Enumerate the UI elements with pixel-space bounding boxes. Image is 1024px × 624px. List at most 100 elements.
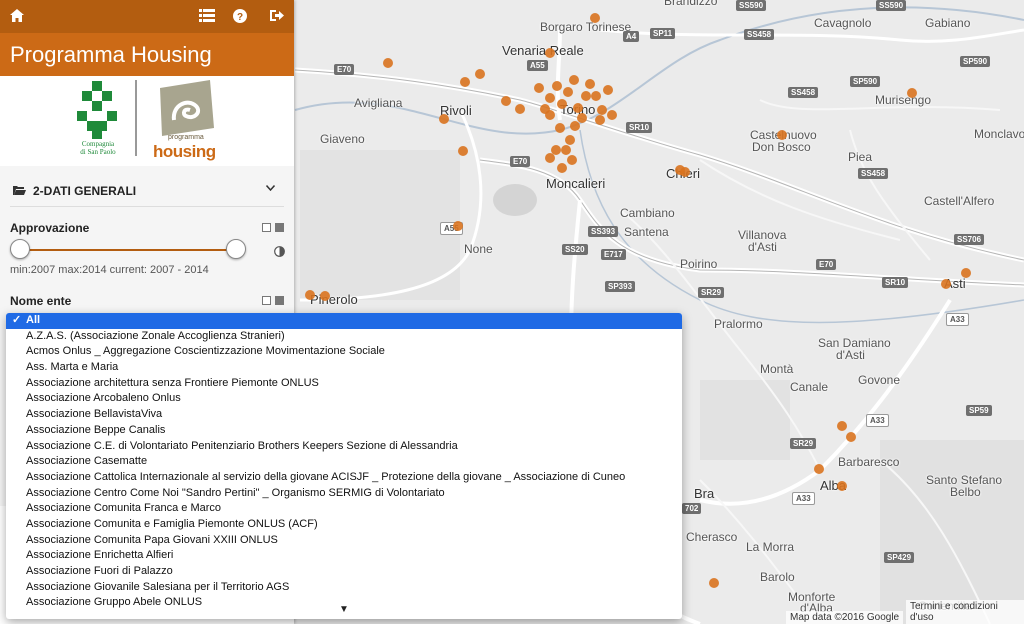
map-marker[interactable] [475,69,485,79]
dropdown-option[interactable]: ✓ All [6,313,682,329]
dropdown-option[interactable]: Associazione Cattolica Internazionale al… [6,470,682,486]
road-shield: SS458 [858,168,889,179]
map-marker[interactable] [534,83,544,93]
map-marker[interactable] [540,104,550,114]
place-label: Barbaresco [838,455,900,469]
map-marker[interactable] [907,88,917,98]
map-marker[interactable] [453,221,463,231]
map-marker[interactable] [557,163,567,173]
list-icon[interactable] [199,9,215,24]
map-marker[interactable] [561,145,571,155]
map-marker[interactable] [590,13,600,23]
map-marker[interactable] [595,115,605,125]
approvazione-checkbox-filled[interactable] [275,223,284,232]
map-marker[interactable] [563,87,573,97]
dropdown-option[interactable]: Associazione Beppe Canalis [6,423,682,439]
dropdown-option[interactable]: A.Z.A.S. (Associazione Zonale Accoglienz… [6,329,682,345]
map-marker[interactable] [597,105,607,115]
map-marker[interactable] [320,291,330,301]
map-marker[interactable] [383,58,393,68]
map-marker[interactable] [837,421,847,431]
approvazione-checkbox-empty[interactable] [262,223,271,232]
dropdown-option[interactable]: Associazione Casematte [6,454,682,470]
dropdown-option[interactable]: Associazione BellavistaViva [6,407,682,423]
dropdown-option-label: Associazione Gruppo Abele ONLUS [26,596,203,609]
place-label: Govone [858,373,901,387]
scroll-down-arrow-icon[interactable]: ▼ [339,604,349,615]
dropdown-option[interactable]: Associazione Giovanile Salesiana per il … [6,580,682,596]
dropdown-option[interactable]: Acmos Onlus _ Aggregazione Coscientizzaz… [6,344,682,360]
road-shield: SS458 [788,87,819,98]
map-marker[interactable] [565,135,575,145]
dropdown-option[interactable]: Associazione Arcobaleno Onlus [6,391,682,407]
map-marker[interactable] [591,91,601,101]
map-marker[interactable] [941,279,951,289]
map-marker[interactable] [837,481,847,491]
map-marker[interactable] [603,85,613,95]
map-marker[interactable] [777,130,787,140]
map-marker[interactable] [567,155,577,165]
dropdown-option[interactable]: Ass. Marta e Maria [6,360,682,376]
dropdown-option[interactable]: Associazione Comunita Franca e Marco [6,501,682,517]
map-marker[interactable] [680,167,690,177]
map-marker[interactable] [545,153,555,163]
contrast-toggle-icon[interactable] [274,244,285,262]
map-marker[interactable] [557,99,567,109]
nome-ente-checkbox-empty[interactable] [262,296,271,305]
map-marker[interactable] [581,91,591,101]
nome-ente-checkbox-filled[interactable] [275,296,284,305]
road-shield: SR10 [882,277,909,288]
dropdown-option[interactable]: Associazione Comunita e Famiglia Piemont… [6,517,682,533]
dropdown-option[interactable]: Associazione architettura senza Frontier… [6,376,682,392]
map-marker[interactable] [814,464,824,474]
map-marker[interactable] [607,110,617,120]
place-label: Castell'Alfero [924,194,995,208]
approvazione-label: Approvazione [10,221,90,235]
road-shield: SS393 [588,226,619,237]
place-label: Bra [694,486,715,501]
map-marker[interactable] [501,96,511,106]
map-marker[interactable] [515,104,525,114]
map-marker[interactable] [458,146,468,156]
compagnia-san-paolo-logo [77,80,137,156]
map-marker[interactable] [961,268,971,278]
dropdown-option[interactable]: Associazione Enrichetta Alfieri [6,548,682,564]
dropdown-option[interactable]: Associazione Centro Come Noi "Sandro Per… [6,486,682,502]
year-slider-min-handle[interactable] [10,239,30,259]
logout-icon[interactable] [270,9,285,24]
dropdown-option-label: Acmos Onlus _ Aggregazione Coscientizzaz… [26,345,385,358]
accordion-header[interactable]: 2-DATI GENERALI [10,176,284,207]
year-slider-max-handle[interactable] [226,239,246,259]
map-marker[interactable] [305,290,315,300]
place-label: Brandizzo [664,0,718,8]
road-shield: SR29 [790,438,817,449]
nome-ente-dropdown-list[interactable]: ✓ All A.Z.A.S. (Associazione Zonale Accogl… [6,313,682,619]
map-marker[interactable] [545,93,555,103]
map-marker[interactable] [460,77,470,87]
map-marker[interactable] [846,432,856,442]
road-shield: A33 [792,492,815,505]
terms-link[interactable]: Termini e condizioni d'uso [906,600,1024,624]
app-title: Programma Housing [0,33,294,76]
dropdown-option[interactable]: Associazione C.E. di Volontariato Penite… [6,439,682,455]
map-marker[interactable] [545,48,555,58]
dropdown-option[interactable]: Associazione Fuori di Palazzo [6,564,682,580]
place-label: Canale [790,380,829,394]
chevron-down-icon[interactable] [265,182,276,194]
help-icon[interactable]: ? [233,9,247,25]
map-marker[interactable] [709,578,719,588]
dropdown-option[interactable]: Associazione Comunita Papa Giovani XXIII… [6,533,682,549]
map-marker[interactable] [573,103,583,113]
home-icon[interactable] [10,9,24,24]
dropdown-option-label: Associazione Comunita e Famiglia Piemont… [26,517,318,530]
map-marker[interactable] [570,121,580,131]
place-label: Pinerolo [310,292,358,307]
year-slider-track[interactable] [19,249,235,251]
map-marker[interactable] [552,81,562,91]
map-marker[interactable] [569,75,579,85]
road-shield: E70 [334,64,355,75]
place-label: Giaveno [320,132,365,146]
map-marker[interactable] [555,123,565,133]
map-marker[interactable] [439,114,449,124]
map-marker[interactable] [585,79,595,89]
